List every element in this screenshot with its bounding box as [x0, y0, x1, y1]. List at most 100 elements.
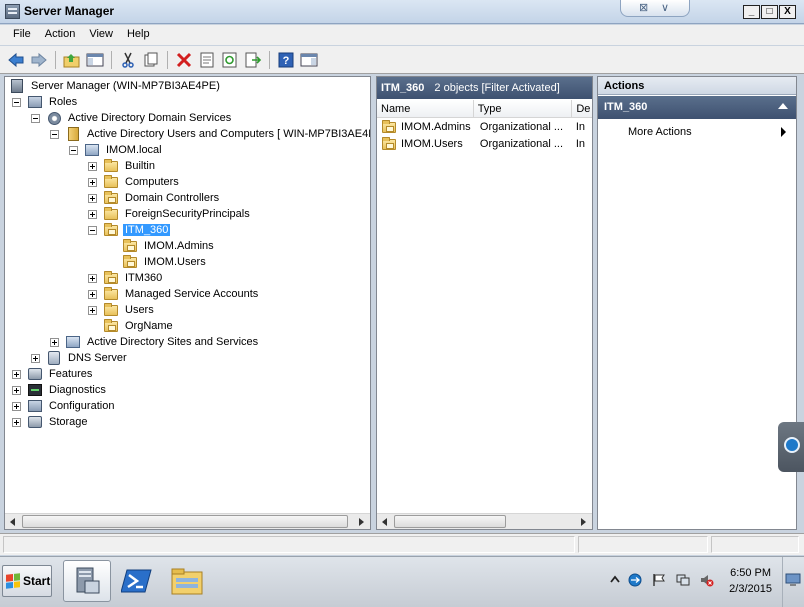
export-list-icon[interactable] [243, 50, 263, 70]
properties-icon[interactable] [197, 50, 217, 70]
remote-session-bar[interactable]: ⊠ ∨ [620, 0, 690, 17]
list-horizontal-scrollbar[interactable] [377, 513, 592, 529]
tree-node-dns[interactable]: DNS Server [31, 350, 129, 366]
collapse-up-icon[interactable] [778, 103, 788, 109]
teamviewer-tray-icon[interactable] [628, 573, 642, 587]
scrollbar-thumb[interactable] [22, 515, 348, 528]
users-and-computers-icon [67, 127, 79, 141]
tree-node-msa[interactable]: Managed Service Accounts [88, 286, 260, 302]
list-item[interactable]: IMOM.Users Organizational ... In [377, 136, 592, 152]
expand-toggle[interactable] [12, 417, 21, 427]
tree-node-imom-admins[interactable]: IMOM.Admins [122, 238, 216, 254]
tree-node-server-manager[interactable]: Server Manager (WIN-MP7BI3AE4PE) [9, 78, 222, 94]
tree-node-imom-users[interactable]: IMOM.Users [122, 254, 208, 270]
tree-node-itm360[interactable]: ITM360 [88, 270, 164, 286]
taskbar-powershell[interactable] [113, 560, 161, 602]
tree-node-domain-controllers[interactable]: Domain Controllers [88, 190, 221, 206]
show-hide-console-tree-icon[interactable] [85, 50, 105, 70]
tree-node-diagnostics[interactable]: Diagnostics [12, 382, 108, 398]
volume-muted-icon[interactable] [700, 573, 714, 587]
column-type[interactable]: Type [474, 100, 573, 118]
tree-node-configuration[interactable]: Configuration [12, 398, 116, 414]
submenu-arrow-icon[interactable] [781, 127, 786, 137]
status-segment-3 [711, 536, 799, 553]
tree-node-storage[interactable]: Storage [12, 414, 90, 430]
restore-button[interactable]: □ [761, 5, 778, 19]
collapse-toggle[interactable] [12, 97, 21, 107]
list-item[interactable]: IMOM.Admins Organizational ... In [377, 119, 592, 135]
cut-icon[interactable] [118, 50, 138, 70]
tree-label: Builtin [125, 160, 155, 172]
tree-label: Diagnostics [49, 384, 106, 396]
scroll-right-icon[interactable] [354, 514, 370, 529]
menu-view[interactable]: View [82, 25, 120, 45]
tree-node-fsp[interactable]: ForeignSecurityPrincipals [88, 206, 252, 222]
tree-node-itm-360[interactable]: ITM_360 [88, 222, 171, 238]
copy-icon[interactable] [141, 50, 161, 70]
tree-node-computers[interactable]: Computers [88, 174, 181, 190]
expand-toggle[interactable] [88, 289, 97, 299]
menu-help[interactable]: Help [120, 25, 157, 45]
minimize-button[interactable]: _ [743, 5, 760, 19]
tree-node-features[interactable]: Features [12, 366, 94, 382]
expand-toggle[interactable] [12, 401, 21, 411]
pin-icon[interactable]: ⊠ [639, 1, 648, 14]
expand-toggle[interactable] [88, 161, 97, 171]
action-center-flag-icon[interactable] [652, 573, 666, 587]
expand-toggle[interactable] [88, 209, 97, 219]
show-desktop-button[interactable] [782, 557, 804, 607]
column-name[interactable]: Name [377, 100, 474, 118]
column-description[interactable]: De [572, 100, 592, 118]
chevron-down-icon[interactable]: ∨ [661, 1, 669, 14]
tree-node-roles[interactable]: Roles [12, 94, 79, 110]
taskbar-explorer[interactable] [163, 560, 211, 602]
expand-toggle[interactable] [88, 177, 97, 187]
taskbar-server-manager[interactable] [63, 560, 111, 602]
menu-action[interactable]: Action [38, 25, 83, 45]
expand-toggle[interactable] [31, 353, 40, 363]
tree-node-sites[interactable]: Active Directory Sites and Services [50, 334, 260, 350]
tree-node-aduc[interactable]: Active Directory Users and Computers [ W… [50, 126, 370, 142]
delete-icon[interactable] [174, 50, 194, 70]
tree-node-domain[interactable]: IMOM.local [69, 142, 164, 158]
menu-file[interactable]: File [6, 25, 38, 45]
scrollbar-thumb[interactable] [394, 515, 506, 528]
collapse-toggle[interactable] [88, 225, 97, 235]
server-icon [11, 79, 23, 93]
clock[interactable]: 6:50 PM 2/3/2015 [729, 565, 772, 597]
tree-node-users[interactable]: Users [88, 302, 156, 318]
close-button[interactable]: X [779, 5, 796, 19]
back-icon[interactable] [6, 50, 26, 70]
expand-toggle[interactable] [12, 369, 21, 379]
scroll-left-icon[interactable] [5, 514, 21, 529]
scroll-right-icon[interactable] [576, 514, 592, 529]
collapse-toggle[interactable] [50, 129, 59, 139]
console-tree[interactable]: Server Manager (WIN-MP7BI3AE4PE) Roles A… [4, 76, 371, 530]
network-icon[interactable] [676, 573, 690, 587]
start-button[interactable]: Start [2, 565, 52, 597]
expand-toggle[interactable] [50, 337, 59, 347]
tree-node-builtin[interactable]: Builtin [88, 158, 157, 174]
tree-label: IMOM.local [106, 144, 162, 156]
tree-horizontal-scrollbar[interactable] [5, 513, 370, 529]
teamviewer-tab[interactable] [778, 422, 804, 472]
tree-label: Storage [49, 416, 88, 428]
expand-toggle[interactable] [88, 273, 97, 283]
expand-toggle[interactable] [88, 193, 97, 203]
result-pane[interactable]: ITM_360 2 objects [Filter Activated] Nam… [376, 76, 593, 530]
more-actions-item[interactable]: More Actions [628, 126, 692, 138]
collapse-toggle[interactable] [31, 113, 40, 123]
tree-node-orgname[interactable]: OrgName [103, 318, 175, 334]
show-hidden-icons-icon[interactable] [608, 573, 622, 587]
up-folder-icon[interactable] [62, 50, 82, 70]
forward-icon[interactable] [29, 50, 49, 70]
show-hide-action-pane-icon[interactable] [299, 50, 319, 70]
expand-toggle[interactable] [12, 385, 21, 395]
actions-section-itm-360[interactable]: ITM_360 [598, 96, 796, 119]
refresh-icon[interactable] [220, 50, 240, 70]
tree-node-adds[interactable]: Active Directory Domain Services [31, 110, 233, 126]
help-icon[interactable]: ? [276, 50, 296, 70]
collapse-toggle[interactable] [69, 145, 78, 155]
scroll-left-icon[interactable] [377, 514, 393, 529]
expand-toggle[interactable] [88, 305, 97, 315]
